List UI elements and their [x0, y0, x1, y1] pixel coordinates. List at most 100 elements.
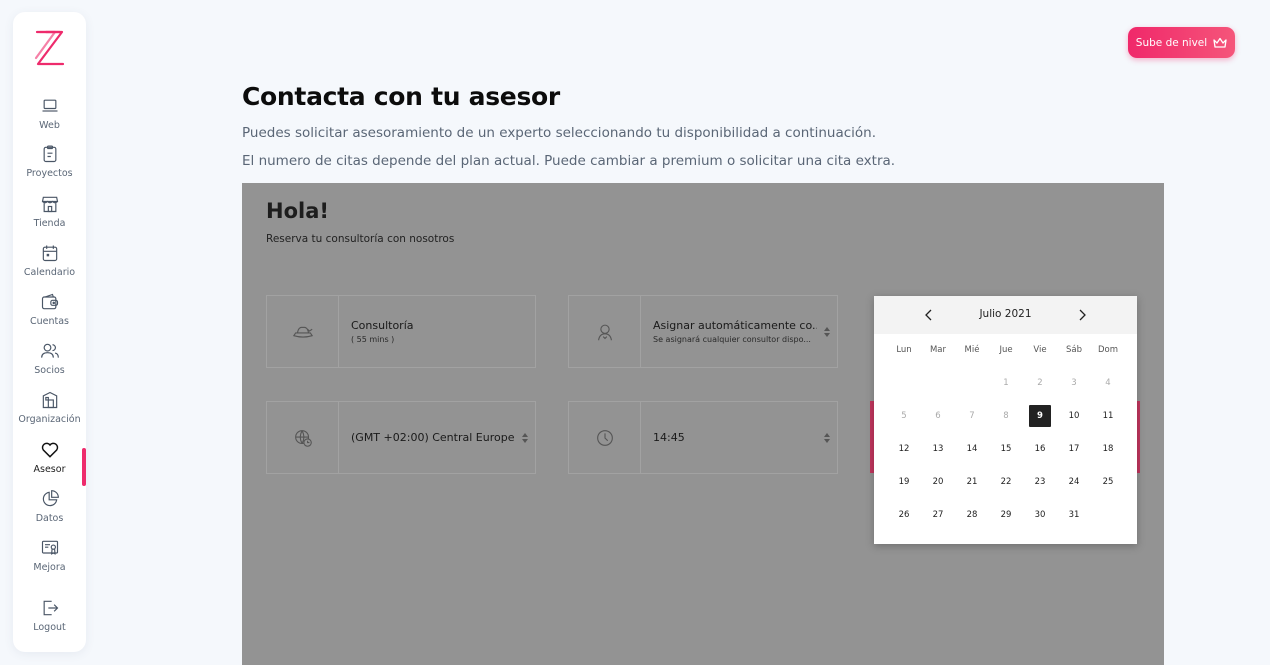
week-row: 12 13 14 15 16 17 18: [887, 432, 1125, 465]
sidebar-item-organizacion[interactable]: Organización: [13, 390, 86, 436]
day-number: 30: [1034, 509, 1046, 520]
day-cell[interactable]: 23: [1023, 477, 1057, 487]
upgrade-button-label: Sube de nivel: [1135, 36, 1208, 49]
weekday-label: Mié: [964, 345, 980, 355]
day-number: 16: [1034, 443, 1046, 454]
upgrade-button[interactable]: Sube de nivel: [1128, 27, 1235, 58]
pie-chart-icon: [42, 490, 59, 507]
day-number: 25: [1102, 476, 1114, 487]
day-number: 17: [1068, 443, 1080, 454]
page-description: Puedes solicitar asesoramiento de un exp…: [242, 125, 876, 141]
day-number: 23: [1034, 476, 1046, 487]
sort-arrows-icon: [522, 432, 528, 443]
service-duration: ( 55 mins ): [351, 335, 395, 344]
chevron-right-icon[interactable]: [1074, 307, 1090, 323]
sidebar-item-proyectos[interactable]: Proyectos: [13, 144, 86, 190]
day-cell[interactable]: 30: [1023, 510, 1057, 520]
sidebar-item-label: Organización: [18, 414, 81, 425]
day-cell[interactable]: 19: [887, 477, 921, 487]
sidebar-item-calendario[interactable]: Calendario: [13, 243, 86, 289]
sidebar-item-tienda[interactable]: Tienda: [13, 194, 86, 240]
service-select[interactable]: Consultoría ( 55 mins ): [266, 295, 536, 368]
day-cell[interactable]: 21: [955, 477, 989, 487]
day-cell[interactable]: 26: [887, 510, 921, 520]
day-number: 5: [901, 410, 907, 421]
weekday-header: Lun Mar Mié Jue Vie Sáb Dom: [887, 345, 1125, 355]
weekday-label: Mar: [929, 345, 947, 355]
day-cell[interactable]: 17: [1057, 444, 1091, 454]
crown-icon: [1213, 37, 1227, 48]
day-cell[interactable]: 11: [1091, 411, 1125, 421]
day-cell: 3: [1057, 378, 1091, 388]
sidebar-item-datos[interactable]: Datos: [13, 489, 86, 535]
day-number: 31: [1068, 509, 1080, 520]
day-number: 29: [1000, 509, 1012, 520]
booking-subtitle: Reserva tu consultoría con nosotros: [266, 233, 455, 245]
week-row: 19 20 21 22 23 24 25: [887, 465, 1125, 498]
weekday-label: Lun: [896, 345, 912, 355]
day-number: 28: [966, 509, 978, 520]
day-cell[interactable]: 20: [921, 477, 955, 487]
day-number: 4: [1105, 377, 1111, 388]
users-icon: [40, 343, 59, 358]
sidebar-item-web[interactable]: Web: [13, 96, 86, 142]
day-cell[interactable]: 25: [1091, 477, 1125, 487]
sidebar-item-asesor[interactable]: Asesor: [13, 440, 86, 486]
day-number: 8: [1003, 410, 1009, 421]
logo-icon[interactable]: [34, 28, 66, 68]
day-number: 7: [969, 410, 975, 421]
day-cell[interactable]: 28: [955, 510, 989, 520]
day-number: 2: [1037, 377, 1043, 388]
day-cell[interactable]: 31: [1057, 510, 1091, 520]
day-number: 11: [1102, 410, 1114, 421]
day-number: 13: [932, 443, 944, 454]
day-cell: 8: [989, 411, 1023, 421]
building-icon: [42, 391, 57, 409]
day-cell-selected[interactable]: 9: [1023, 404, 1057, 427]
clipboard-icon: [43, 145, 56, 163]
day-cell[interactable]: 27: [921, 510, 955, 520]
day-cell[interactable]: 15: [989, 444, 1023, 454]
day-number: 24: [1068, 476, 1080, 487]
week-row: 26 27 28 29 30 31: [887, 498, 1125, 531]
day-cell[interactable]: 22: [989, 477, 1023, 487]
day-cell[interactable]: 10: [1057, 411, 1091, 421]
day-number: 6: [935, 410, 941, 421]
time-value: 14:45: [653, 431, 685, 444]
sidebar-item-label: Logout: [33, 622, 66, 633]
sidebar-item-cuentas[interactable]: Cuentas: [13, 292, 86, 338]
consultant-select[interactable]: Asignar automáticamente co... Se asignar…: [568, 295, 838, 368]
day-cell[interactable]: 24: [1057, 477, 1091, 487]
day-cell[interactable]: 18: [1091, 444, 1125, 454]
day-number: 10: [1068, 410, 1080, 421]
active-indicator: [82, 448, 86, 486]
sidebar-item-label: Calendario: [23, 267, 76, 278]
date-picker-month: Julio 2021: [979, 308, 1032, 320]
day-grid: 1 2 3 4 5 6 7 8 9 10 11 12 13 14 15 16 17 18 19 20 21 22 23 24 2…: [887, 366, 1125, 531]
sort-arrows-icon: [824, 432, 830, 443]
day-number: 12: [898, 443, 910, 454]
day-number: 27: [932, 509, 944, 520]
weekday-label: Sáb: [1066, 345, 1082, 355]
sidebar-item-logout[interactable]: Logout: [13, 598, 86, 644]
sidebar-item-socios[interactable]: Socios: [13, 341, 86, 387]
day-cell: 1: [989, 378, 1023, 388]
day-number: 1: [1003, 377, 1009, 388]
consultant-value: Asignar automáticamente co...: [653, 319, 817, 332]
day-number: 19: [898, 476, 910, 487]
weekday-label: Dom: [1097, 345, 1119, 355]
day-cell[interactable]: 29: [989, 510, 1023, 520]
sidebar-item-mejora[interactable]: Mejora: [13, 538, 86, 584]
hat-icon: [292, 326, 313, 338]
timezone-select[interactable]: (GMT +02:00) Central Europea...: [266, 401, 536, 474]
sort-arrows-icon: [824, 326, 830, 337]
time-select[interactable]: 14:45: [568, 401, 838, 474]
day-cell[interactable]: 13: [921, 444, 955, 454]
day-cell[interactable]: 16: [1023, 444, 1057, 454]
day-cell[interactable]: 12: [887, 444, 921, 454]
logout-icon: [43, 600, 58, 616]
day-cell[interactable]: 14: [955, 444, 989, 454]
date-picker-header: Julio 2021: [874, 296, 1137, 334]
day-number: 3: [1071, 377, 1077, 388]
sidebar-item-label: Proyectos: [26, 168, 73, 179]
